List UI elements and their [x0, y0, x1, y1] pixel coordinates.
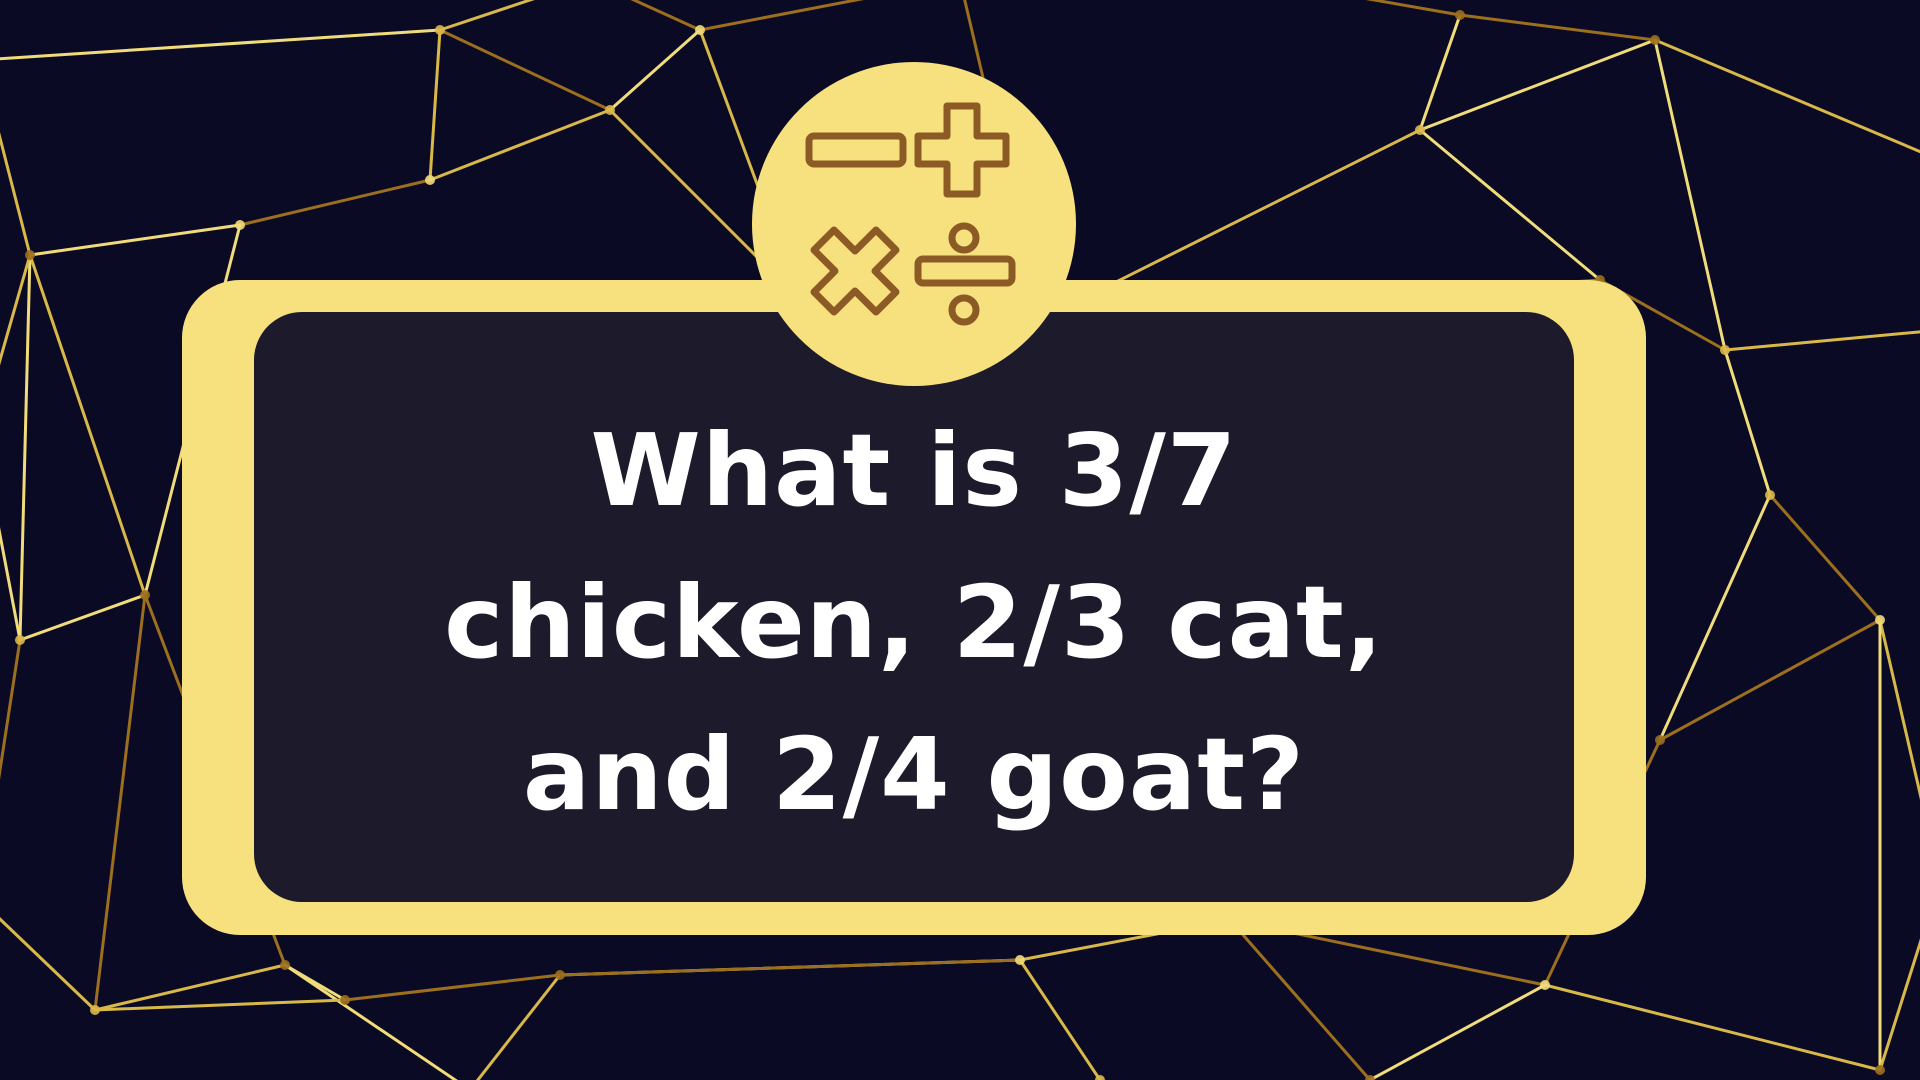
- thumbnail-canvas: What is 3/7 chicken, 2/3 cat, and 2/4 go…: [0, 0, 1920, 1080]
- mesh-node: [1720, 345, 1730, 355]
- plus-icon: [914, 102, 1010, 198]
- mesh-line: [0, 131, 32, 257]
- mesh-line: [558, 958, 1022, 977]
- mesh-line: [438, 0, 535, 32]
- mesh-line: [1768, 493, 1882, 622]
- question-text: What is 3/7 chicken, 2/3 cat, and 2/4 go…: [254, 395, 1574, 851]
- mesh-node: [1765, 490, 1775, 500]
- mesh-line: [1418, 38, 1657, 132]
- mesh-node: [695, 25, 705, 35]
- mesh-line: [1458, 13, 1657, 42]
- mesh-line: [0, 28, 442, 61]
- mesh-line: [1658, 493, 1772, 742]
- minus-icon: [805, 132, 907, 168]
- mesh-line: [283, 963, 458, 1080]
- mesh-line: [1418, 128, 1602, 282]
- mesh-line: [0, 638, 22, 780]
- mesh-node: [555, 970, 565, 980]
- mesh-line: [698, 0, 864, 32]
- mesh-node: [235, 220, 245, 230]
- mesh-line: [18, 253, 32, 642]
- mesh-line: [1878, 938, 1920, 1072]
- mesh-line: [1418, 13, 1462, 132]
- mesh-line: [0, 526, 22, 642]
- mesh-line: [630, 0, 702, 32]
- mesh-line: [1653, 38, 1920, 154]
- mesh-node: [1540, 980, 1550, 990]
- mesh-line: [1658, 618, 1882, 742]
- mesh-line: [1543, 983, 1882, 1072]
- mesh-line: [1018, 958, 1102, 1080]
- mesh-line: [1653, 38, 1727, 352]
- mesh-node: [1015, 955, 1025, 965]
- mesh-line: [428, 108, 612, 182]
- mesh-line: [1368, 983, 1547, 1080]
- mesh-line: [238, 178, 432, 227]
- divide-icon: [914, 222, 1016, 326]
- mesh-line: [608, 28, 702, 112]
- math-operations-badge: [752, 62, 1076, 386]
- question-line-1: What is 3/7: [590, 412, 1238, 529]
- mesh-node: [1415, 125, 1425, 135]
- mesh-node: [140, 590, 150, 600]
- mesh-line: [28, 253, 147, 597]
- mesh-line: [1723, 348, 1772, 497]
- mesh-line: [1723, 330, 1920, 352]
- mesh-node: [1650, 35, 1660, 45]
- mesh-line: [28, 223, 242, 257]
- mesh-node: [25, 250, 35, 260]
- question-line-2: chicken, 2/3 cat,: [444, 564, 1384, 681]
- mesh-node: [15, 635, 25, 645]
- mesh-line: [18, 593, 147, 642]
- mesh-node: [605, 105, 615, 115]
- mesh-line: [1365, 0, 1462, 17]
- mesh-line: [93, 593, 147, 1012]
- mesh-line: [438, 28, 612, 112]
- mesh-line: [343, 973, 562, 1002]
- mesh-line: [1878, 618, 1920, 801]
- mesh-node: [340, 995, 350, 1005]
- multiply-icon: [810, 226, 900, 316]
- mesh-node: [435, 25, 445, 35]
- mesh-node: [1655, 735, 1665, 745]
- mesh-line: [0, 917, 97, 1012]
- mesh-node: [280, 960, 290, 970]
- mesh-line: [475, 973, 562, 1080]
- mesh-node: [1875, 1065, 1885, 1075]
- mesh-line: [428, 28, 442, 182]
- mesh-node: [1875, 615, 1885, 625]
- question-line-3: and 2/4 goat?: [522, 716, 1306, 833]
- mesh-node: [1455, 10, 1465, 20]
- mesh-node: [90, 1005, 100, 1015]
- mesh-node: [425, 175, 435, 185]
